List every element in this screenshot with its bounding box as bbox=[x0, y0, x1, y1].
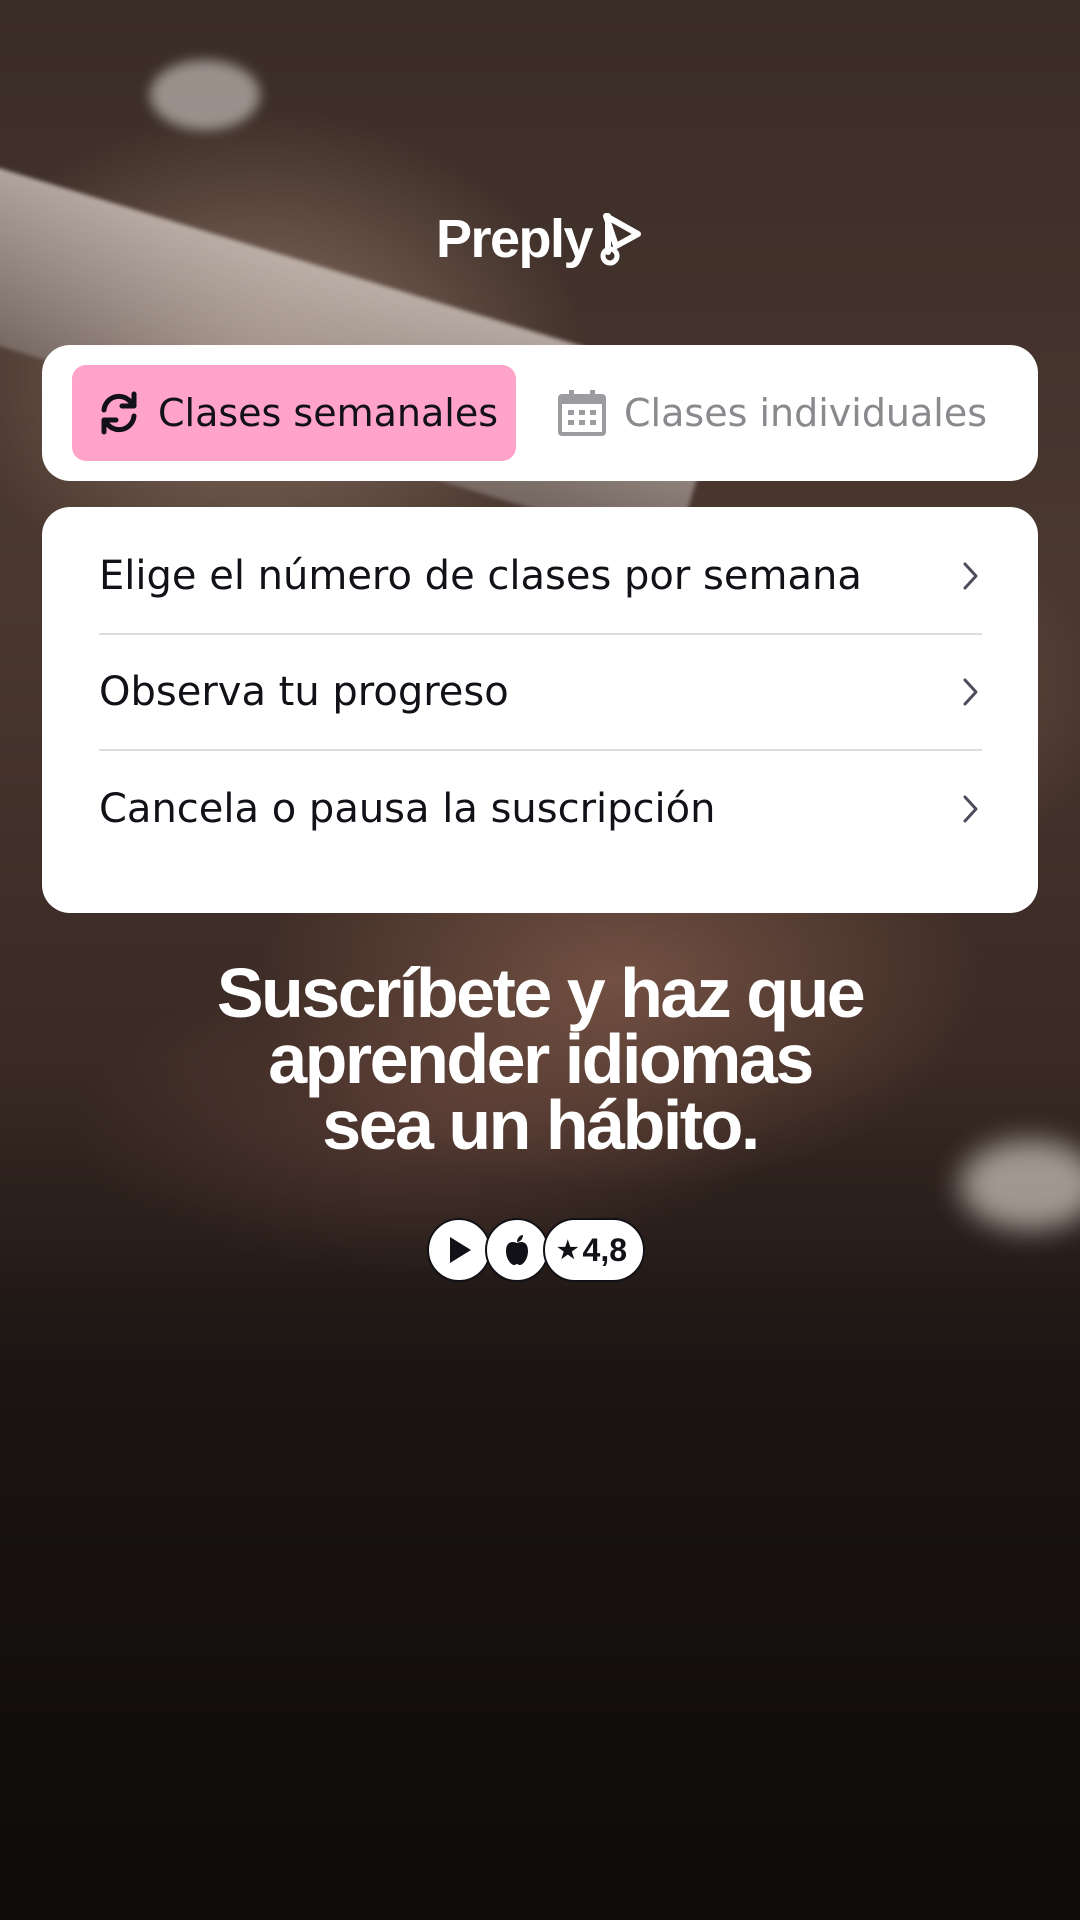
chevron-right-icon bbox=[960, 676, 982, 708]
apple-icon bbox=[485, 1218, 549, 1282]
tab-weekly-lessons-label: Clases semanales bbox=[158, 391, 499, 435]
calendar-icon bbox=[556, 388, 608, 438]
logo-flag-icon bbox=[600, 212, 644, 266]
chevron-right-icon bbox=[960, 560, 982, 592]
rating-badge: ★ 4,8 bbox=[543, 1218, 645, 1282]
chevron-right-icon bbox=[960, 793, 982, 825]
headline-line-1: Suscríbete y haz que bbox=[216, 954, 866, 1032]
background-photo-ring bbox=[150, 60, 260, 130]
rating-value: 4,8 bbox=[582, 1231, 627, 1268]
feature-row-track-progress[interactable]: Observa tu progreso bbox=[99, 635, 982, 751]
star-icon: ★ bbox=[557, 1236, 579, 1264]
lesson-type-tabs: Clases semanales Clases individuales bbox=[42, 345, 1038, 481]
play-store-icon bbox=[427, 1218, 491, 1282]
tab-single-lessons-label: Clases individuales bbox=[624, 391, 988, 435]
feature-row-lessons-per-week[interactable]: Elige el número de clases por semana bbox=[99, 519, 982, 635]
feature-label: Cancela o pausa la suscripción bbox=[99, 786, 716, 832]
refresh-icon bbox=[96, 390, 142, 436]
headline-line-2: aprender idiomas bbox=[268, 1020, 814, 1098]
feature-label: Elige el número de clases por semana bbox=[99, 553, 862, 599]
feature-row-cancel-pause[interactable]: Cancela o pausa la suscripción bbox=[99, 751, 982, 867]
feature-label: Observa tu progreso bbox=[99, 669, 509, 715]
logo-wordmark: Preply bbox=[435, 209, 594, 269]
features-list-card: Elige el número de clases por semana Obs… bbox=[42, 507, 1038, 913]
tab-weekly-lessons[interactable]: Clases semanales bbox=[72, 365, 517, 461]
onboarding-screen: Preply Clases semanales Clases individua… bbox=[0, 0, 1080, 1920]
headline-line-3: sea un hábito. bbox=[322, 1086, 760, 1164]
subscribe-headline: Suscríbete y haz que aprender idiomas se… bbox=[0, 954, 1080, 1164]
preply-logo: Preply bbox=[0, 208, 1080, 270]
store-rating-badges: ★ 4,8 bbox=[427, 1218, 645, 1282]
tab-single-lessons[interactable]: Clases individuales bbox=[552, 365, 991, 461]
